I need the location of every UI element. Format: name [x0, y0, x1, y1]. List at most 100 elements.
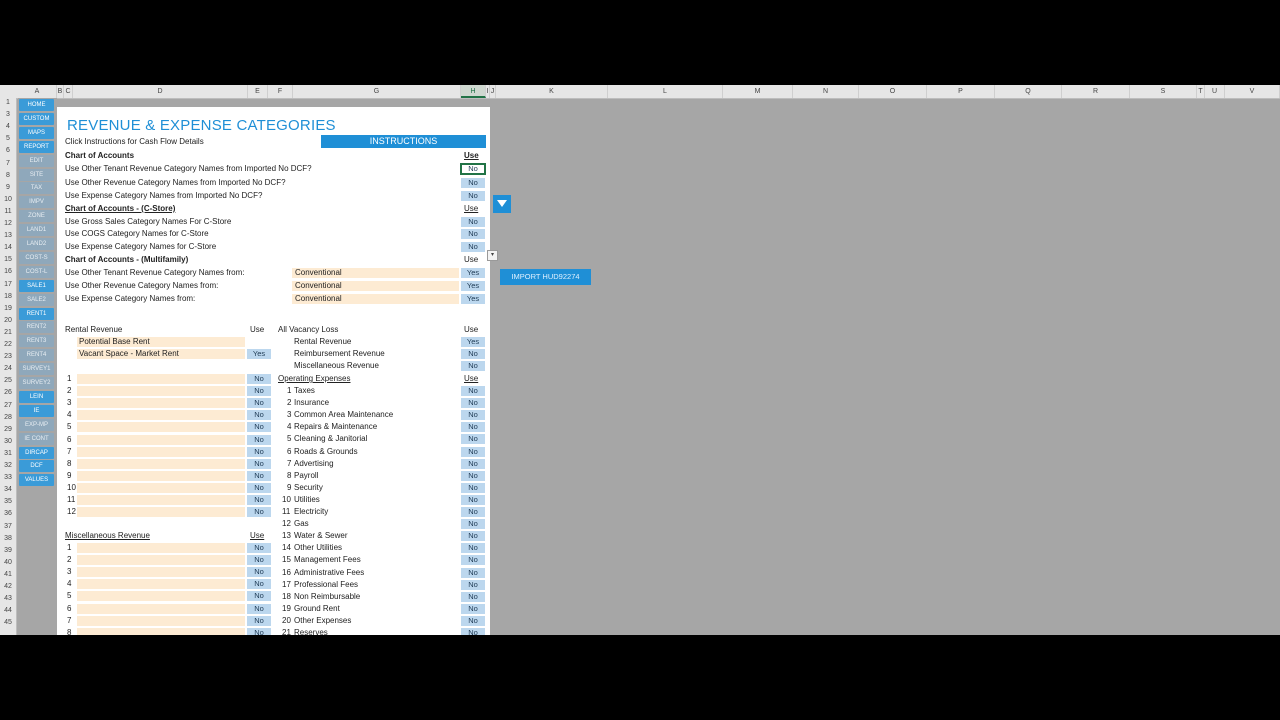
opex-line-value[interactable]: No: [461, 410, 485, 421]
rental-line-value[interactable]: No: [247, 470, 271, 481]
row-header[interactable]: 4: [0, 123, 16, 130]
rental-item-value[interactable]: Yes: [247, 349, 271, 359]
opex-line-value[interactable]: No: [461, 458, 485, 469]
row-header[interactable]: 45: [0, 619, 16, 626]
row-header[interactable]: 8: [0, 172, 16, 179]
rental-line-cell[interactable]: [77, 495, 245, 505]
row-header[interactable]: 15: [0, 256, 16, 263]
row-header[interactable]: 40: [0, 559, 16, 566]
rental-line-cell[interactable]: [77, 422, 245, 433]
opex-line-value[interactable]: No: [461, 628, 485, 635]
nav-button-custom[interactable]: CUSTOM: [19, 112, 54, 125]
opex-line-value[interactable]: No: [461, 531, 485, 542]
opex-line-value[interactable]: No: [461, 422, 485, 433]
opex-line-value[interactable]: No: [461, 470, 485, 481]
opex-line-value[interactable]: No: [461, 555, 485, 566]
rental-line-value[interactable]: No: [247, 507, 271, 518]
nav-button-zone[interactable]: ZONE: [19, 210, 54, 223]
column-header-h[interactable]: H: [461, 85, 486, 98]
column-header-p[interactable]: P: [927, 85, 995, 98]
row-header[interactable]: 42: [0, 583, 16, 590]
row-header[interactable]: 6: [0, 147, 16, 154]
row-header[interactable]: 26: [0, 389, 16, 396]
nav-button-ie-cont[interactable]: IE CONT: [19, 432, 54, 445]
rental-line-value[interactable]: No: [247, 482, 271, 493]
opex-line-value[interactable]: No: [461, 519, 485, 530]
misc-line-cell[interactable]: [77, 591, 245, 602]
coa-item-value[interactable]: No: [461, 178, 485, 188]
row-header[interactable]: 18: [0, 293, 16, 300]
rental-line-value[interactable]: No: [247, 434, 271, 445]
rental-line-value[interactable]: No: [247, 446, 271, 457]
opex-line-value[interactable]: No: [461, 494, 485, 505]
nav-button-survey1[interactable]: SURVEY1: [19, 363, 54, 376]
row-header[interactable]: 29: [0, 426, 16, 433]
column-header-e[interactable]: E: [248, 85, 268, 98]
opex-line-value[interactable]: No: [461, 603, 485, 614]
rental-line-cell[interactable]: [77, 446, 245, 457]
row-header[interactable]: 33: [0, 474, 16, 481]
row-header[interactable]: 32: [0, 462, 16, 469]
column-header-s[interactable]: S: [1130, 85, 1197, 98]
column-header-r[interactable]: R: [1062, 85, 1130, 98]
multifamily-item-value[interactable]: Yes: [461, 281, 485, 291]
row-header[interactable]: 10: [0, 196, 16, 203]
row-header[interactable]: 19: [0, 305, 16, 312]
nav-button-report[interactable]: REPORT: [19, 140, 54, 153]
filter-dropdown-button[interactable]: [493, 195, 511, 213]
nav-button-cost-l[interactable]: COST-L: [19, 265, 54, 278]
row-header[interactable]: 25: [0, 377, 16, 384]
vacancy-item-value[interactable]: No: [461, 349, 485, 359]
nav-button-dircap[interactable]: DIRCAP: [19, 446, 54, 459]
nav-button-tax[interactable]: TAX: [19, 182, 54, 195]
cell-dropdown-arrow-icon[interactable]: ▾: [487, 250, 498, 261]
row-header[interactable]: 34: [0, 486, 16, 493]
coa-item-value[interactable]: No: [461, 191, 485, 201]
nav-button-values[interactable]: VALUES: [19, 474, 54, 487]
row-header[interactable]: 12: [0, 220, 16, 227]
nav-button-maps[interactable]: MAPS: [19, 126, 54, 139]
row-header[interactable]: 27: [0, 402, 16, 409]
row-header[interactable]: 3: [0, 111, 16, 118]
misc-line-value[interactable]: No: [247, 555, 271, 566]
row-header[interactable]: 16: [0, 268, 16, 275]
nav-button-sale1[interactable]: SALE1: [19, 279, 54, 292]
column-header-b[interactable]: B: [57, 85, 64, 98]
nav-button-rent4[interactable]: RENT4: [19, 349, 54, 362]
row-header[interactable]: 13: [0, 232, 16, 239]
rental-line-cell[interactable]: [77, 374, 245, 384]
nav-button-home[interactable]: HOME: [19, 99, 54, 111]
row-header[interactable]: 5: [0, 135, 16, 142]
nav-button-rent2[interactable]: RENT2: [19, 321, 54, 334]
opex-line-value[interactable]: No: [461, 615, 485, 626]
misc-line-value[interactable]: No: [247, 591, 271, 602]
row-header[interactable]: 9: [0, 184, 16, 191]
rental-line-cell[interactable]: [77, 482, 245, 493]
rental-line-value[interactable]: No: [247, 495, 271, 505]
row-header[interactable]: 41: [0, 571, 16, 578]
row-header[interactable]: 37: [0, 523, 16, 530]
misc-line-cell[interactable]: [77, 555, 245, 566]
rental-line-cell[interactable]: [77, 386, 245, 397]
row-header[interactable]: 30: [0, 438, 16, 445]
rental-line-value[interactable]: No: [247, 458, 271, 469]
cstore-item-value[interactable]: No: [461, 229, 485, 239]
misc-line-cell[interactable]: [77, 543, 245, 553]
row-header[interactable]: 43: [0, 595, 16, 602]
row-header[interactable]: 24: [0, 365, 16, 372]
rental-line-value[interactable]: No: [247, 374, 271, 384]
misc-line-cell[interactable]: [77, 567, 245, 578]
misc-line-cell[interactable]: [77, 579, 245, 590]
opex-line-value[interactable]: No: [461, 543, 485, 554]
nav-button-survey2[interactable]: SURVEY2: [19, 377, 54, 389]
column-header-g[interactable]: G: [293, 85, 461, 98]
nav-button-dcf[interactable]: DCF: [19, 460, 54, 473]
row-header[interactable]: 38: [0, 535, 16, 542]
column-header-l[interactable]: L: [608, 85, 723, 98]
opex-line-value[interactable]: No: [461, 591, 485, 602]
cstore-item-value[interactable]: No: [461, 217, 485, 227]
misc-line-value[interactable]: No: [247, 567, 271, 578]
import-hud92274-button[interactable]: IMPORT HUD92274: [500, 269, 591, 285]
spreadsheet[interactable]: A B C D E F G H I J K L M N O P Q R S T …: [0, 85, 1280, 635]
misc-line-cell[interactable]: [77, 627, 245, 635]
